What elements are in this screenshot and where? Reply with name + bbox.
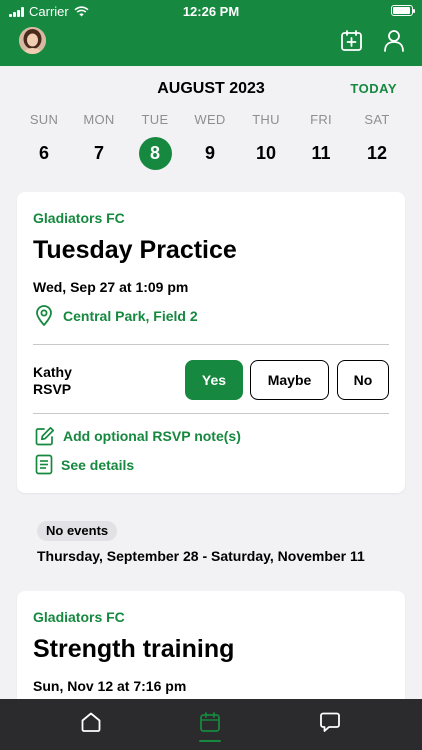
event-title: Tuesday Practice [33,236,237,264]
event-location[interactable]: Central Park, Field 2 [35,305,198,326]
tab-bar [0,699,422,750]
day-name: SAT [364,112,390,127]
app-header [0,22,422,66]
team-name: Gladiators FC [33,210,125,226]
see-details-link[interactable]: See details [35,454,134,475]
rsvp-person-name: Kathy [33,364,72,380]
day-name: TUE [141,112,169,127]
week-calendar: AUGUST 2023 TODAY SUN 6 MON 7 TUE 8 WED … [0,66,422,176]
avatar[interactable] [19,27,46,54]
no-events-badge: No events [37,521,118,541]
today-button[interactable]: TODAY [350,81,397,96]
add-note-label: Add optional RSVP note(s) [63,428,241,444]
add-event-icon[interactable] [340,29,363,52]
location-pin-icon [36,305,52,326]
calendar-icon[interactable] [199,711,221,733]
day-name: FRI [310,112,332,127]
event-datetime: Sun, Nov 12 at 7:16 pm [33,678,187,694]
day-name: WED [194,112,226,127]
day-fri[interactable]: FRI 11 [293,112,349,170]
day-number: 10 [255,143,277,163]
active-tab-indicator [199,740,221,742]
day-sat[interactable]: SAT 12 [349,112,405,170]
day-sun[interactable]: SUN 6 [16,112,72,170]
home-icon[interactable] [80,711,102,733]
rsvp-yes-button[interactable]: Yes [185,360,243,400]
day-tue[interactable]: TUE 8 [127,112,183,170]
location-label: Central Park, Field 2 [63,307,198,324]
day-number: 9 [204,143,215,163]
add-note-link[interactable]: Add optional RSVP note(s) [35,426,241,446]
chat-icon[interactable] [319,711,341,733]
day-number-selected: 8 [138,137,172,170]
day-wed[interactable]: WED 9 [182,112,238,170]
status-bar: Carrier 12:26 PM [0,0,422,22]
day-number: 7 [93,143,104,163]
empty-date-range: Thursday, September 28 - Saturday, Novem… [37,548,365,564]
day-thu[interactable]: THU 10 [238,112,294,170]
event-card[interactable]: Gladiators FC Tuesday Practice Wed, Sep … [17,192,405,493]
divider [33,344,389,345]
divider [33,413,389,414]
clock: 12:26 PM [182,4,240,19]
see-details-label: See details [61,456,135,473]
rsvp-maybe-button[interactable]: Maybe [250,360,329,400]
rsvp-no-button[interactable]: No [337,360,389,400]
day-name: THU [252,112,280,127]
document-icon [35,454,53,475]
profile-icon[interactable] [383,29,405,52]
event-datetime: Wed, Sep 27 at 1:09 pm [33,279,189,295]
day-number: 12 [366,143,388,163]
day-name: SUN [29,112,59,127]
rsvp-caption: RSVP [33,381,72,397]
battery-icon [391,5,415,16]
day-name: MON [83,112,115,127]
day-number: 11 [311,143,331,163]
rsvp-label: Kathy RSVP [33,364,72,398]
day-number: 6 [38,143,49,163]
event-title: Strength training [33,635,235,663]
edit-note-icon [35,426,55,446]
team-name: Gladiators FC [33,609,125,625]
day-mon[interactable]: MON 7 [71,112,127,170]
